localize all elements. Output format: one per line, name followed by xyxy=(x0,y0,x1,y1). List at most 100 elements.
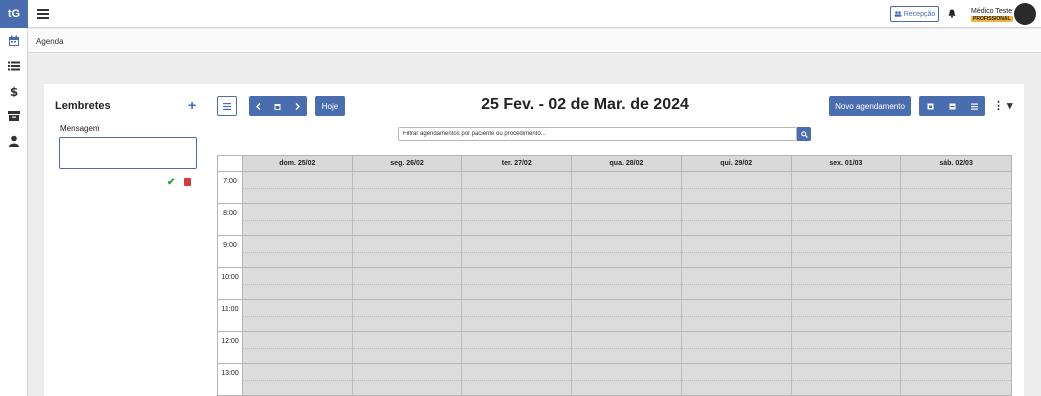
time-slot[interactable] xyxy=(901,300,1011,331)
time-slot[interactable] xyxy=(791,172,902,203)
bell-icon[interactable] xyxy=(948,9,956,18)
time-slot[interactable] xyxy=(901,172,1011,203)
today-button[interactable]: Hoje xyxy=(315,96,345,116)
time-slot[interactable] xyxy=(242,172,353,203)
time-slot[interactable] xyxy=(462,236,573,267)
time-slot[interactable] xyxy=(242,300,353,331)
recepcao-label: Recepção xyxy=(903,10,936,18)
sidebar-item-list[interactable] xyxy=(0,53,28,78)
time-slot[interactable] xyxy=(791,300,902,331)
time-slot[interactable] xyxy=(901,364,1011,395)
message-label: Mensagem xyxy=(60,124,100,133)
date-nav-group xyxy=(249,96,307,116)
time-slot[interactable] xyxy=(462,172,573,203)
calendar-week-icon[interactable] xyxy=(949,103,956,110)
menu-toggle-icon[interactable] xyxy=(36,7,50,21)
calendar-day-icon[interactable] xyxy=(927,103,934,110)
time-slot[interactable] xyxy=(791,268,902,299)
time-slot[interactable] xyxy=(242,332,353,363)
sidebar-item-agenda[interactable] xyxy=(0,28,28,53)
chevron-right-icon[interactable] xyxy=(295,102,301,110)
time-slot[interactable] xyxy=(242,268,353,299)
app-logo[interactable]: tG xyxy=(0,0,28,28)
hour-row: 7:00 xyxy=(217,172,1012,204)
time-slot[interactable] xyxy=(572,204,682,235)
time-slot[interactable] xyxy=(791,204,902,235)
calendar-header: dom. 25/02 seg. 26/02 ter. 27/02 qua. 28… xyxy=(217,155,1012,172)
time-slot[interactable] xyxy=(242,236,353,267)
dollar-icon: $ xyxy=(10,85,18,97)
time-slot[interactable] xyxy=(242,204,353,235)
time-slot[interactable] xyxy=(572,300,682,331)
hour-row: 12:00 xyxy=(217,332,1012,364)
trash-icon[interactable] xyxy=(184,178,191,186)
time-slot[interactable] xyxy=(572,172,682,203)
time-slot[interactable] xyxy=(462,204,573,235)
time-slot[interactable] xyxy=(901,332,1011,363)
time-slot[interactable] xyxy=(791,364,902,395)
time-slot[interactable] xyxy=(462,364,573,395)
filter-search-button[interactable] xyxy=(797,127,811,141)
hour-row: 8:00 xyxy=(217,204,1012,236)
time-slot[interactable] xyxy=(572,364,682,395)
breadcrumb-bar: Agenda xyxy=(28,29,1041,53)
time-slot[interactable] xyxy=(681,332,792,363)
sidebar: tG $ xyxy=(0,0,28,396)
time-slot[interactable] xyxy=(681,300,792,331)
time-slot[interactable] xyxy=(681,364,792,395)
time-slot[interactable] xyxy=(791,236,902,267)
calendar-icon[interactable] xyxy=(274,103,281,110)
time-slot[interactable] xyxy=(681,204,792,235)
chevron-left-icon[interactable] xyxy=(255,102,261,110)
day-header[interactable]: dom. 25/02 xyxy=(243,156,353,171)
time-slot[interactable] xyxy=(462,300,573,331)
time-header xyxy=(218,156,243,171)
user-icon xyxy=(9,135,19,147)
time-slot[interactable] xyxy=(901,236,1011,267)
new-appointment-button[interactable]: Novo agendamento xyxy=(829,96,911,116)
time-slot[interactable] xyxy=(681,236,792,267)
time-slot[interactable] xyxy=(352,364,463,395)
day-header[interactable]: seg. 26/02 xyxy=(353,156,463,171)
time-slot[interactable] xyxy=(462,332,573,363)
day-header[interactable]: sáb. 02/03 xyxy=(901,156,1011,171)
list-view-icon[interactable] xyxy=(970,103,978,110)
time-slot[interactable] xyxy=(352,332,463,363)
message-field[interactable] xyxy=(59,137,197,169)
day-header[interactable]: qua. 28/02 xyxy=(572,156,682,171)
sidebar-item-users[interactable] xyxy=(0,128,28,153)
hour-row: 9:00 xyxy=(217,236,1012,268)
time-slot[interactable] xyxy=(572,236,682,267)
sidebar-item-archive[interactable] xyxy=(0,103,28,128)
time-slot[interactable] xyxy=(242,364,353,395)
hour-label: 9:00 xyxy=(218,236,243,267)
time-slot[interactable] xyxy=(572,332,682,363)
filter-input[interactable] xyxy=(398,127,797,141)
day-header[interactable]: ter. 27/02 xyxy=(462,156,573,171)
time-slot[interactable] xyxy=(352,172,463,203)
day-header[interactable]: sex. 01/03 xyxy=(792,156,902,171)
time-slot[interactable] xyxy=(572,268,682,299)
time-slot[interactable] xyxy=(681,268,792,299)
sidebar-toggle-button[interactable] xyxy=(217,96,237,116)
sidebar-item-finance[interactable]: $ xyxy=(0,78,28,103)
time-slot[interactable] xyxy=(681,172,792,203)
time-slot[interactable] xyxy=(791,332,902,363)
time-slot[interactable] xyxy=(352,236,463,267)
day-header[interactable]: qui. 29/02 xyxy=(682,156,792,171)
recepcao-button[interactable]: Recepção xyxy=(890,6,939,22)
view-switcher xyxy=(919,96,985,116)
calendar-grid: dom. 25/02 seg. 26/02 ter. 27/02 qua. 28… xyxy=(217,155,1012,396)
time-slot[interactable] xyxy=(901,268,1011,299)
time-slot[interactable] xyxy=(901,204,1011,235)
save-reminder-icon[interactable]: ✔ xyxy=(167,177,175,188)
add-reminder-button[interactable]: + xyxy=(188,97,196,113)
time-slot[interactable] xyxy=(462,268,573,299)
time-slot[interactable] xyxy=(352,204,463,235)
more-options-icon[interactable]: ⋮ ▾ xyxy=(993,99,1013,112)
users-icon xyxy=(894,11,902,17)
time-slot[interactable] xyxy=(352,300,463,331)
avatar[interactable] xyxy=(1014,3,1036,25)
hour-label: 12:00 xyxy=(218,332,243,363)
time-slot[interactable] xyxy=(352,268,463,299)
